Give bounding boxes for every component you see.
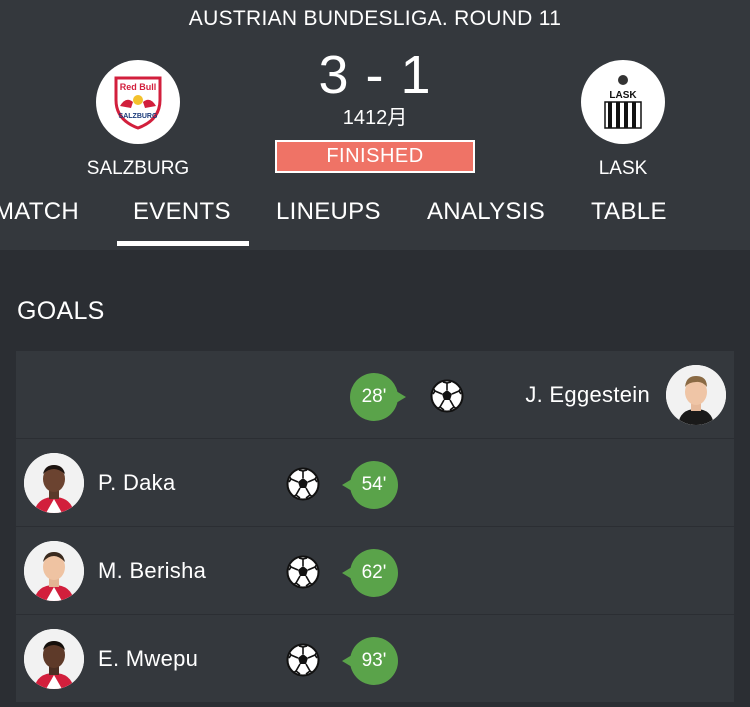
goal-event-row[interactable]: P. Daka 54' xyxy=(16,439,734,527)
tab-analysis[interactable]: ANALYSIS xyxy=(427,198,545,226)
soccer-ball-icon xyxy=(430,379,464,413)
tab-table[interactable]: TABLE xyxy=(591,198,667,226)
goal-minute-text: 54' xyxy=(361,474,387,495)
lask-crest-icon: LASK xyxy=(604,75,642,129)
tab-match[interactable]: MATCH xyxy=(0,198,79,226)
scorer-name: M. Berisha xyxy=(98,558,207,583)
svg-text:LASK: LASK xyxy=(609,90,637,101)
player-avatar[interactable] xyxy=(24,453,84,513)
match-tabs: MATCH EVENTS LINEUPS ANALYSIS TABLE xyxy=(0,188,750,250)
home-team-name[interactable]: SALZBURG xyxy=(58,158,218,180)
player-avatar[interactable] xyxy=(666,365,726,425)
goal-event-row[interactable]: 28' J. Eggestein xyxy=(16,351,734,439)
goals-section-title: GOALS xyxy=(17,297,105,325)
player-avatar[interactable] xyxy=(24,629,84,689)
goal-minute-badge: 54' xyxy=(342,461,398,509)
goal-minute-text: 62' xyxy=(361,562,387,583)
scorer-name: E. Mwepu xyxy=(98,646,199,671)
player-avatar[interactable] xyxy=(24,541,84,601)
player-photo-icon xyxy=(24,629,84,689)
scorer-name: P. Daka xyxy=(98,470,176,495)
soccer-ball-icon xyxy=(286,555,320,589)
competition-title: AUSTRIAN BUNDESLIGA. ROUND 11 xyxy=(188,7,562,30)
badge-pointer xyxy=(342,655,352,667)
scorer-name: J. Eggestein xyxy=(525,382,650,407)
badge-pointer xyxy=(396,391,406,403)
tab-events[interactable]: EVENTS xyxy=(117,198,249,246)
match-header: AUSTRIAN BUNDESLIGA. ROUND 11 Red Bull S… xyxy=(0,0,750,250)
player-photo-icon xyxy=(24,541,84,601)
goals-list: 28' J. Eggestein P. Daka 54' M. Berisha … xyxy=(16,351,734,703)
goal-minute-text: 93' xyxy=(361,650,387,671)
soccer-ball-icon xyxy=(286,643,320,677)
goal-event-row[interactable]: M. Berisha 62' xyxy=(16,527,734,615)
goal-minute-badge: 28' xyxy=(350,373,406,421)
match-status-badge: FINISHED xyxy=(275,140,475,173)
badge-pointer xyxy=(342,479,352,491)
away-team-logo[interactable]: LASK xyxy=(581,60,665,144)
badge-pointer xyxy=(342,567,352,579)
player-photo-icon xyxy=(24,453,84,513)
soccer-ball-icon xyxy=(286,467,320,501)
goal-minute-badge: 62' xyxy=(342,549,398,597)
goal-event-row[interactable]: E. Mwepu 93' xyxy=(16,615,734,703)
goal-minute-text: 28' xyxy=(361,386,387,407)
goal-minute-badge: 93' xyxy=(342,637,398,685)
player-photo-icon xyxy=(666,365,726,425)
tab-lineups[interactable]: LINEUPS xyxy=(276,198,381,226)
away-team-name[interactable]: LASK xyxy=(543,158,703,180)
